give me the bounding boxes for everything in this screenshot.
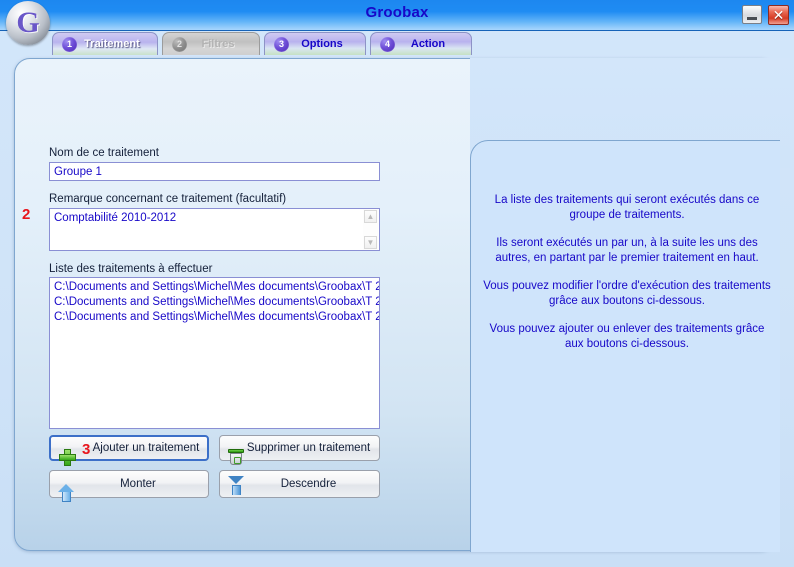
help-text: La liste des traitements qui seront exéc… xyxy=(482,193,772,365)
traitements-listbox[interactable]: C:\Documents and Settings\Michel\Mes doc… xyxy=(49,277,380,429)
tab-filtres: 2 Filtres xyxy=(162,32,260,55)
list-item[interactable]: C:\Documents and Settings\Michel\Mes doc… xyxy=(50,295,379,310)
move-up-button[interactable]: Monter xyxy=(49,470,209,502)
annotation-2: 2 xyxy=(22,206,31,223)
help-paragraph-1: La liste des traitements qui seront exéc… xyxy=(494,194,760,221)
scroll-up-icon[interactable]: ▲ xyxy=(364,210,377,223)
title-bar: Groobax ✕ xyxy=(0,0,794,31)
list-field-label: Liste des traitements à effectuer xyxy=(49,263,213,275)
list-item[interactable]: C:\Documents and Settings\Michel\Mes doc… xyxy=(50,280,379,295)
tab-strip: 1 Traitement 2 Filtres 3 Options 4 Actio… xyxy=(0,30,794,58)
remove-traitement-label: Supprimer un traitement xyxy=(246,442,371,454)
tab-label: Traitement xyxy=(84,38,140,50)
list-item[interactable]: C:\Documents and Settings\Michel\Mes doc… xyxy=(50,310,379,325)
close-icon: ✕ xyxy=(772,7,785,23)
remark-scrollbar[interactable]: ▲ ▼ xyxy=(363,209,378,250)
add-traitement-button[interactable]: 3 Ajouter un traitement xyxy=(49,435,209,461)
help-paragraph-2: Ils seront exécutés un par un, à la suit… xyxy=(495,237,759,264)
remove-traitement-button[interactable]: Supprimer un traitement xyxy=(219,435,380,465)
add-traitement-label: Ajouter un traitement xyxy=(92,442,200,454)
tab-traitement[interactable]: 1 Traitement xyxy=(52,32,158,55)
close-button[interactable]: ✕ xyxy=(768,5,789,25)
traitement-name-input[interactable]: Groupe 1 xyxy=(49,162,380,181)
tab-options[interactable]: 3 Options xyxy=(264,32,366,55)
minimize-button[interactable] xyxy=(742,5,762,24)
name-field-label: Nom de ce traitement xyxy=(49,147,159,159)
tab-label: Action xyxy=(410,38,446,50)
remark-value: Comptabilité 2010-2012 xyxy=(54,212,177,224)
tab-label: Filtres xyxy=(201,38,235,50)
window-title: Groobax xyxy=(365,4,429,21)
remark-textarea[interactable]: Comptabilité 2010-2012 ▲ ▼ xyxy=(49,208,380,251)
application-window: Groobax ✕ G 1 Traitement 2 Filtres 3 Opt… xyxy=(0,0,794,567)
help-paragraph-4: Vous pouvez ajouter ou enlever des trait… xyxy=(489,323,765,350)
move-down-button[interactable]: Descendre xyxy=(219,470,380,498)
tab-action[interactable]: 4 Action xyxy=(370,32,472,55)
help-paragraph-3: Vous pouvez modifier l'ordre d'exécution… xyxy=(483,280,771,307)
remark-field-label: Remarque concernant ce traitement (facul… xyxy=(49,193,287,205)
move-up-label: Monter xyxy=(120,478,156,490)
tab-label: Options xyxy=(301,38,343,50)
move-down-label: Descendre xyxy=(280,478,337,490)
scroll-down-icon[interactable]: ▼ xyxy=(364,236,377,249)
